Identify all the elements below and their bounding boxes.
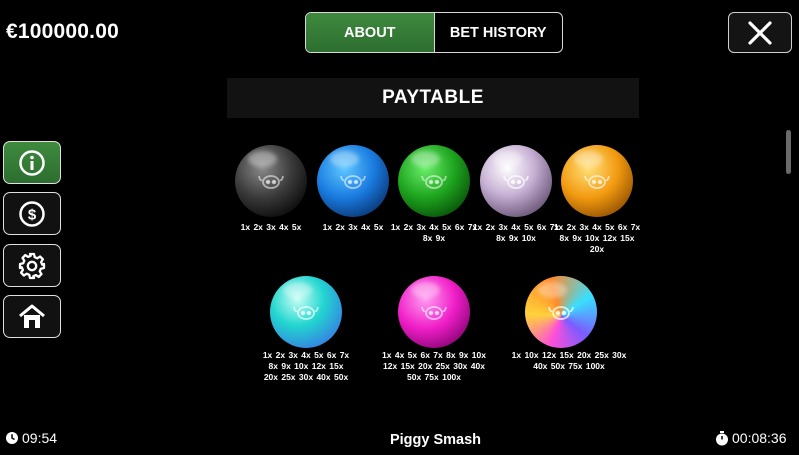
dollar-icon: $: [19, 200, 45, 227]
pig-nose-icon: [258, 175, 284, 189]
blue-ball-payouts: 1x 2x 3x 4x 5x: [322, 222, 384, 232]
gold-ball: [561, 145, 633, 217]
tab-bet-history[interactable]: BET HISTORY: [435, 13, 563, 52]
close-icon: [748, 20, 772, 45]
rainbow-ball-payouts: 1x 10x 12x 15x 20x 25x 30x 40x 50x 75x 1…: [511, 350, 627, 371]
pig-nose-icon: [548, 306, 574, 320]
sidebar-info-button[interactable]: [3, 141, 61, 184]
game-title: Piggy Smash: [389, 432, 482, 448]
info-icon: [19, 149, 45, 176]
sidebar-home-button[interactable]: [3, 295, 61, 338]
tab-group: ABOUT BET HISTORY: [305, 12, 563, 53]
session-timer-value: 00:08:36: [732, 430, 787, 446]
pig-nose-icon: [421, 175, 447, 189]
blue-ball: [317, 145, 389, 217]
cyan-ball-payouts: 1x 2x 3x 4x 5x 6x 7x 8x 9x 10x 12x 15x 2…: [262, 350, 350, 382]
home-icon: [19, 304, 45, 328]
balance-display: €100000.00: [6, 20, 119, 43]
pig-nose-icon: [584, 175, 610, 189]
stopwatch-icon: [716, 430, 728, 445]
black-ball: [235, 145, 307, 217]
session-timer: 00:08:36: [715, 430, 787, 446]
close-button[interactable]: [728, 12, 792, 53]
scrollbar[interactable]: [786, 130, 791, 174]
gold-ball-payouts: 1x 2x 3x 4x 5x 6x 7x 8x 9x 10x 12x 15x 2…: [553, 222, 641, 254]
green-ball: [398, 145, 470, 217]
pig-nose-icon: [503, 175, 529, 189]
rainbow-ball: [525, 276, 597, 348]
magenta-ball: [398, 276, 470, 348]
sidebar-dollar-button[interactable]: $: [3, 192, 61, 235]
svg-text:$: $: [28, 206, 37, 223]
pig-nose-icon: [293, 306, 319, 320]
paytable-title: PAYTABLE: [227, 78, 639, 118]
pearl-ball-payouts: 1x 2x 3x 4x 5x 6x 7x 8x 9x 10x: [472, 222, 560, 243]
gear-icon: [18, 252, 46, 279]
sidebar-settings-button[interactable]: [3, 244, 61, 287]
pearl-ball: [480, 145, 552, 217]
cyan-ball: [270, 276, 342, 348]
green-ball-payouts: 1x 2x 3x 4x 5x 6x 7x 8x 9x: [390, 222, 478, 243]
tab-about[interactable]: ABOUT: [306, 13, 435, 52]
black-ball-payouts: 1x 2x 3x 4x 5x: [240, 222, 302, 232]
pig-nose-icon: [340, 175, 366, 189]
magenta-ball-payouts: 1x 4x 5x 6x 7x 8x 9x 10x 12x 15x 20x 25x…: [382, 350, 486, 382]
pig-nose-icon: [421, 306, 447, 320]
